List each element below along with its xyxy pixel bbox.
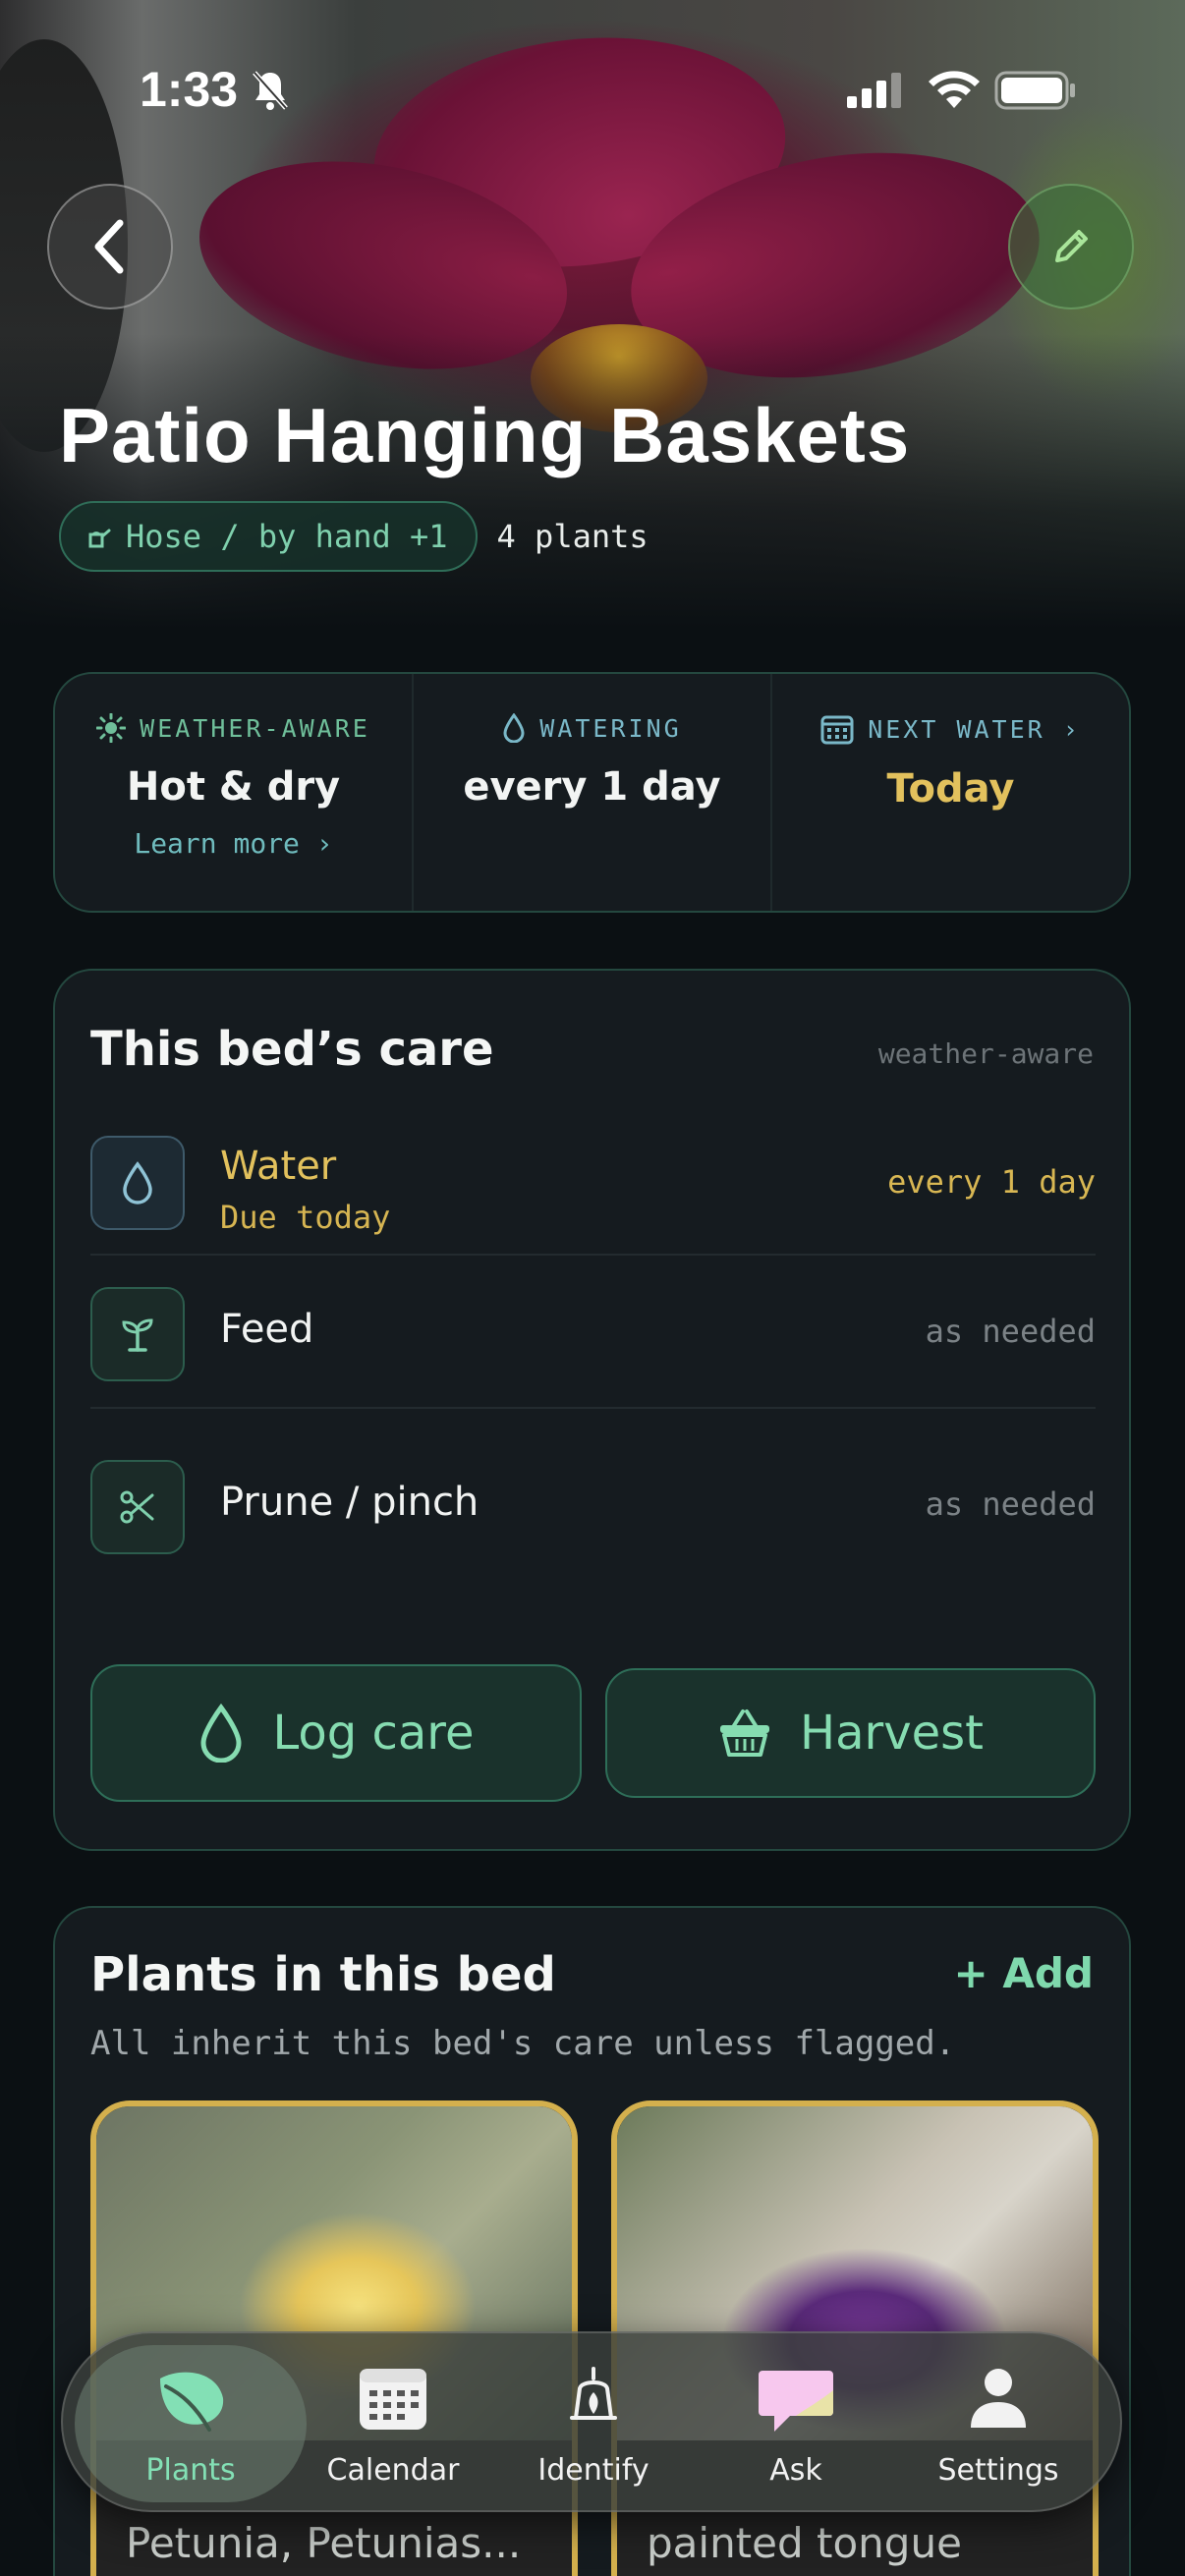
pencil-icon: [1055, 230, 1088, 262]
person-icon: [971, 2369, 1026, 2428]
stats-card: WEATHER-AWARE Hot & dry Learn more › WAT…: [53, 672, 1131, 913]
plant-name: Petunia, Petunias...: [126, 2519, 522, 2567]
scissors-icon: [120, 1490, 154, 1524]
page-title: Patio Hanging Baskets: [59, 392, 911, 478]
tab-settings[interactable]: Settings: [900, 2345, 1097, 2502]
watering-label: WATERING: [539, 713, 682, 743]
chevron-left-icon: [94, 219, 124, 274]
droplet-icon: [123, 1161, 152, 1204]
weather-stat: WEATHER-AWARE Hot & dry Learn more ›: [55, 674, 412, 911]
status-bar: 1:33: [0, 61, 1185, 130]
care-row-freq: as needed: [925, 1485, 1096, 1523]
tab-calendar[interactable]: Calendar: [295, 2345, 491, 2502]
bed-care-card: This bed’s care weather-aware Water Due …: [53, 969, 1131, 1851]
tab-label: Identify: [537, 2453, 649, 2488]
back-button[interactable]: [47, 184, 173, 309]
plants-title: Plants in this bed: [90, 1947, 556, 2002]
status-time: 1:33: [140, 62, 239, 117]
plants-note: All inherit this bed's care unless flagg…: [90, 2024, 956, 2063]
weather-value: Hot & dry: [126, 764, 341, 810]
tab-identify[interactable]: Identify: [495, 2345, 692, 2502]
next-water-label: NEXT WATER ›: [868, 714, 1081, 744]
droplet-icon: [200, 1704, 242, 1763]
leaf-icon: [160, 2372, 224, 2432]
tab-bar: Plants Calendar Identify Ask Settings: [61, 2331, 1122, 2512]
identify-icon: [570, 2367, 617, 2420]
harvest-button[interactable]: Harvest: [605, 1668, 1096, 1798]
silent-bell-icon: [253, 71, 288, 110]
calendar-icon: [360, 2369, 426, 2430]
tab-plants[interactable]: Plants: [75, 2345, 307, 2502]
tab-label: Ask: [769, 2453, 822, 2488]
droplet-icon: [503, 713, 525, 743]
care-row-feed[interactable]: Feed as needed: [90, 1287, 1096, 1434]
plant-name: painted tongue: [647, 2519, 962, 2567]
add-plant-button[interactable]: + Add: [954, 1949, 1094, 1997]
sprout-icon: [122, 1318, 153, 1352]
care-row-name: Prune / pinch: [220, 1480, 480, 1525]
tab-label: Calendar: [326, 2453, 460, 2488]
watering-can-icon: [88, 529, 111, 548]
watering-method-pill[interactable]: Hose / by hand +1: [59, 501, 478, 572]
wifi-icon: [929, 71, 980, 108]
calendar-icon: [820, 715, 854, 745]
weather-label: WEATHER-AWARE: [140, 713, 370, 743]
next-water-stat[interactable]: NEXT WATER › Today: [770, 674, 1129, 911]
sun-icon: [96, 713, 127, 743]
harvest-label: Harvest: [799, 1706, 984, 1761]
tab-ask[interactable]: Ask: [698, 2345, 894, 2502]
log-care-label: Log care: [272, 1706, 475, 1761]
signal-icon: [847, 73, 901, 108]
tab-label: Plants: [145, 2453, 236, 2488]
care-tag: weather-aware: [877, 1037, 1094, 1070]
basket-icon: [719, 1709, 769, 1757]
care-title: This bed’s care: [90, 1022, 494, 1077]
watering-stat: WATERING every 1 day: [412, 674, 770, 911]
care-row-sub: Due today: [220, 1199, 391, 1236]
plant-count: 4 plants: [496, 518, 649, 555]
watering-value: every 1 day: [463, 764, 721, 810]
tab-label: Settings: [937, 2453, 1059, 2488]
next-water-value: Today: [886, 766, 1015, 812]
hero-tags: Hose / by hand +1 4 plants: [59, 501, 649, 572]
watering-method-label: Hose / by hand +1: [126, 518, 448, 555]
care-row-freq: as needed: [925, 1313, 1096, 1350]
care-row-prune[interactable]: Prune / pinch as needed: [90, 1460, 1096, 1607]
edit-button[interactable]: [1008, 184, 1134, 309]
care-row-name: Feed: [220, 1307, 314, 1352]
learn-more-link[interactable]: Learn more ›: [55, 827, 412, 860]
care-row-freq: every 1 day: [887, 1163, 1096, 1201]
care-row-name: Water: [220, 1144, 337, 1189]
battery-icon: [994, 71, 1075, 110]
chat-icon: [759, 2371, 833, 2432]
log-care-button[interactable]: Log care: [90, 1664, 582, 1802]
care-row-water[interactable]: Water Due today every 1 day: [90, 1108, 1096, 1256]
